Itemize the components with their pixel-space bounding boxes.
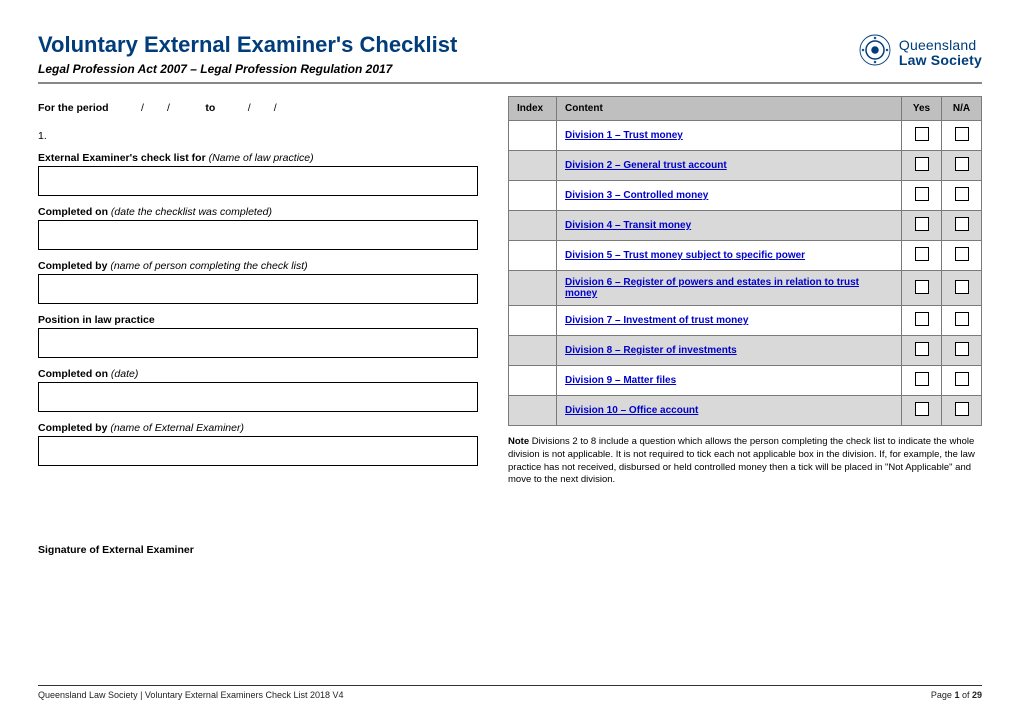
- field-label-0: External Examiner's check list for (Name…: [38, 152, 478, 164]
- qls-crest-icon: [857, 32, 893, 73]
- field-input-0[interactable]: [38, 166, 478, 196]
- table-row: Division 8 – Register of investments: [509, 336, 982, 366]
- division-link-7[interactable]: Division 7 – Investment of trust money: [565, 315, 748, 326]
- field-label-3: Position in law practice: [38, 314, 478, 326]
- period-to: to: [205, 102, 215, 114]
- checkbox-na-7[interactable]: [955, 312, 969, 326]
- division-link-10[interactable]: Division 10 – Office account: [565, 405, 698, 416]
- title-block: Voluntary External Examiner's Checklist …: [38, 32, 457, 76]
- th-na: N/A: [942, 97, 982, 121]
- table-row: Division 1 – Trust money: [509, 121, 982, 151]
- field-label-1: Completed on (date the checklist was com…: [38, 206, 478, 218]
- checkbox-yes-2[interactable]: [915, 157, 929, 171]
- checkbox-yes-3[interactable]: [915, 187, 929, 201]
- org-logo: Queensland Law Society: [857, 32, 982, 73]
- page-subtitle: Legal Profession Act 2007 – Legal Profes…: [38, 62, 457, 76]
- checkbox-yes-5[interactable]: [915, 247, 929, 261]
- checkbox-yes-8[interactable]: [915, 342, 929, 356]
- header-divider: [38, 82, 982, 84]
- table-row: Division 3 – Controlled money: [509, 181, 982, 211]
- item-number: 1.: [38, 130, 478, 142]
- note-text: Divisions 2 to 8 include a question whic…: [508, 436, 975, 485]
- note-bold: Note: [508, 436, 529, 447]
- checkbox-yes-10[interactable]: [915, 402, 929, 416]
- table-row: Division 10 – Office account: [509, 396, 982, 426]
- division-link-4[interactable]: Division 4 – Transit money: [565, 220, 691, 231]
- field-label-5: Completed by (name of External Examiner): [38, 422, 478, 434]
- checkbox-na-5[interactable]: [955, 247, 969, 261]
- checkbox-na-6[interactable]: [955, 280, 969, 294]
- checkbox-na-9[interactable]: [955, 372, 969, 386]
- checkbox-yes-1[interactable]: [915, 127, 929, 141]
- signature-label: Signature of External Examiner: [38, 544, 478, 556]
- table-row: Division 7 – Investment of trust money: [509, 306, 982, 336]
- index-note: Note Divisions 2 to 8 include a question…: [508, 436, 982, 487]
- footer-page: Page 1 of 29: [931, 690, 982, 700]
- th-index: Index: [509, 97, 557, 121]
- checkbox-na-4[interactable]: [955, 217, 969, 231]
- table-row: Division 4 – Transit money: [509, 211, 982, 241]
- checkbox-yes-7[interactable]: [915, 312, 929, 326]
- footer-left: Queensland Law Society | Voluntary Exter…: [38, 690, 344, 700]
- division-link-8[interactable]: Division 8 – Register of investments: [565, 345, 737, 356]
- checkbox-na-2[interactable]: [955, 157, 969, 171]
- th-content: Content: [557, 97, 902, 121]
- field-input-1[interactable]: [38, 220, 478, 250]
- division-link-5[interactable]: Division 5 – Trust money subject to spec…: [565, 250, 805, 261]
- field-label-4: Completed on (date): [38, 368, 478, 380]
- table-row: Division 6 – Register of powers and esta…: [509, 271, 982, 306]
- division-link-2[interactable]: Division 2 – General trust account: [565, 160, 727, 171]
- index-table: Index Content Yes N/A Division 1 – Trust…: [508, 96, 982, 426]
- table-row: Division 9 – Matter files: [509, 366, 982, 396]
- period-prefix: For the period: [38, 102, 109, 114]
- division-link-3[interactable]: Division 3 – Controlled money: [565, 190, 708, 201]
- checkbox-na-8[interactable]: [955, 342, 969, 356]
- checkbox-na-10[interactable]: [955, 402, 969, 416]
- checkbox-yes-4[interactable]: [915, 217, 929, 231]
- division-link-6[interactable]: Division 6 – Register of powers and esta…: [565, 277, 859, 299]
- field-input-2[interactable]: [38, 274, 478, 304]
- logo-line2: Law Society: [899, 53, 982, 68]
- field-input-5[interactable]: [38, 436, 478, 466]
- table-row: Division 2 – General trust account: [509, 151, 982, 181]
- checkbox-na-1[interactable]: [955, 127, 969, 141]
- th-yes: Yes: [902, 97, 942, 121]
- checkbox-yes-6[interactable]: [915, 280, 929, 294]
- logo-line1: Queensland: [899, 38, 982, 53]
- page-title: Voluntary External Examiner's Checklist: [38, 32, 457, 58]
- field-input-3[interactable]: [38, 328, 478, 358]
- field-label-2: Completed by (name of person completing …: [38, 260, 478, 272]
- checkbox-na-3[interactable]: [955, 187, 969, 201]
- checkbox-yes-9[interactable]: [915, 372, 929, 386]
- field-input-4[interactable]: [38, 382, 478, 412]
- division-link-1[interactable]: Division 1 – Trust money: [565, 130, 683, 141]
- division-link-9[interactable]: Division 9 – Matter files: [565, 375, 676, 386]
- period-line: For the period // to //: [38, 102, 478, 114]
- table-row: Division 5 – Trust money subject to spec…: [509, 241, 982, 271]
- page-footer: Queensland Law Society | Voluntary Exter…: [38, 685, 982, 700]
